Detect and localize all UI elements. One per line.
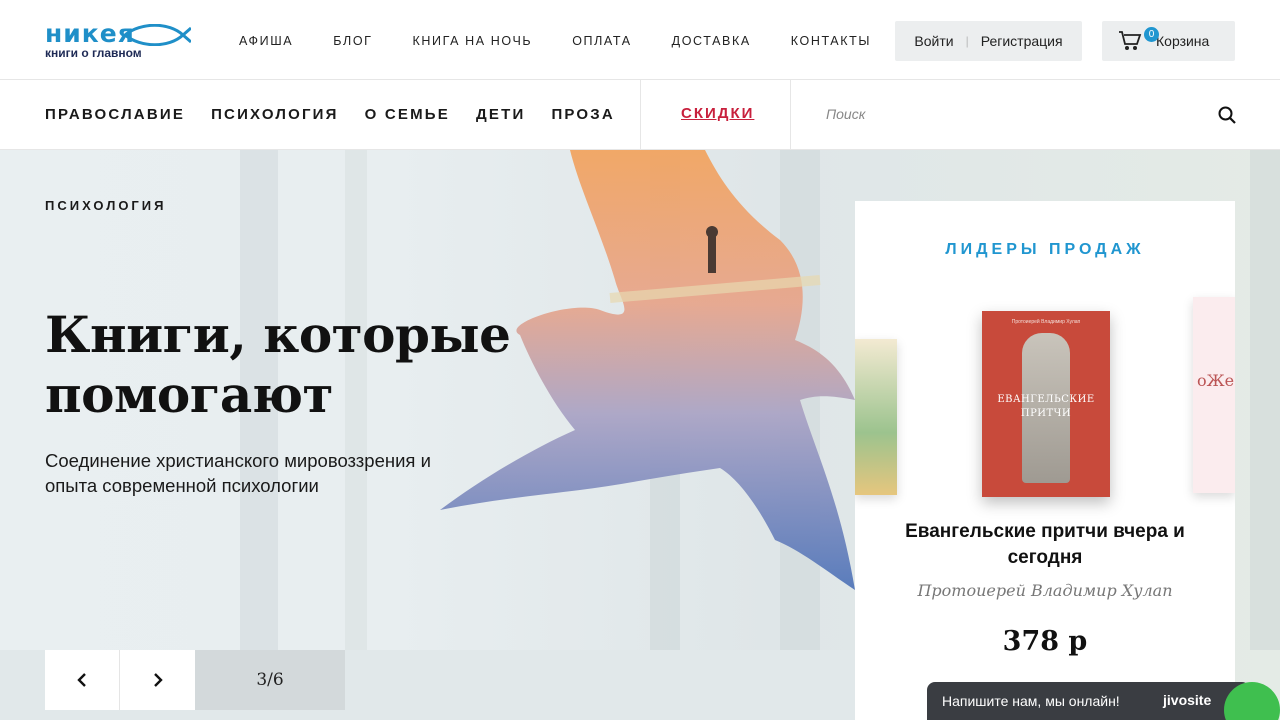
category-family[interactable]: О СЕМЬЕ — [365, 106, 450, 123]
hero-subtitle: Соединение христианского мировоззрения и… — [45, 450, 431, 496]
category-orthodoxy[interactable]: ПРАВОСЛАВИЕ — [45, 106, 185, 123]
logo-tagline: книги о главном — [45, 46, 142, 60]
book-cover-next[interactable]: оЖе — [1193, 297, 1235, 493]
category-children[interactable]: ДЕТИ — [476, 106, 525, 123]
auth-box: Войти | Регистрация — [895, 21, 1082, 61]
category-prose[interactable]: ПРОЗА — [551, 106, 615, 123]
book-cover[interactable]: Протоиерей Владимир Хулап ЕВАНГЕЛЬСКИЕ П… — [982, 311, 1110, 497]
chat-message: Напишите нам, мы онлайн! — [942, 693, 1120, 709]
register-button[interactable]: Регистрация — [981, 33, 1063, 49]
nav-afisha[interactable]: АФИША — [239, 34, 293, 48]
search-input[interactable]: Поиск — [826, 106, 865, 122]
logo[interactable]: никея книги о главном — [45, 21, 195, 62]
book-author: Протоиерей Владимир Хулап — [917, 581, 1173, 600]
fish-logo-icon — [122, 24, 191, 46]
bestsellers-heading: ЛИДЕРЫ ПРОДАЖ — [945, 241, 1145, 258]
nav-contacts[interactable]: КОНТАКТЫ — [791, 34, 871, 48]
cart-count-badge: 0 — [1144, 27, 1159, 42]
book-cover-author: Протоиерей Владимир Хулап — [1011, 319, 1081, 325]
top-header: никея книги о главном АФИША БЛОГ КНИГА Н… — [0, 0, 1280, 80]
cart-label: Корзина — [1156, 33, 1210, 49]
cart-icon — [1119, 31, 1142, 50]
book-title[interactable]: Евангельские притчи вчера и сегодня — [885, 519, 1205, 571]
chevron-left-icon — [77, 673, 86, 687]
cart-button[interactable]: 0 Корзина — [1102, 21, 1235, 61]
chat-brand-logo: jivosite — [1163, 692, 1212, 708]
hero-title: Книги, которые помогают — [45, 305, 511, 424]
category-nav: ПРАВОСЛАВИЕ ПСИХОЛОГИЯ О СЕМЬЕ ДЕТИ ПРОЗ… — [45, 106, 641, 123]
nav-delivery[interactable]: ДОСТАВКА — [672, 34, 751, 48]
book-cover-previous[interactable] — [855, 339, 897, 495]
hero-category-label: ПСИХОЛОГИЯ — [45, 198, 167, 213]
sale-link[interactable]: СКИДКИ — [681, 105, 754, 122]
hero-banner: ПСИХОЛОГИЯ Книги, которые помогают Соеди… — [0, 150, 1280, 720]
chevron-right-icon — [153, 673, 163, 687]
top-nav: АФИША БЛОГ КНИГА НА НОЧЬ ОПЛАТА ДОСТАВКА… — [239, 34, 911, 48]
chat-widget[interactable]: Напишите нам, мы онлайн! jivosite — [927, 682, 1250, 720]
nav-payment[interactable]: ОПЛАТА — [572, 34, 631, 48]
nav-blog[interactable]: БЛОГ — [333, 34, 372, 48]
search-icon[interactable] — [1218, 106, 1236, 124]
book-price: 378 р — [1002, 626, 1088, 657]
book-cover-title: ЕВАНГЕЛЬСКИЕ ПРИТЧИ — [997, 394, 1095, 419]
slider-prev-button[interactable] — [45, 650, 120, 710]
slide-counter: 3/6 — [195, 650, 345, 710]
slider-next-button[interactable] — [120, 650, 195, 710]
background-tree — [1250, 150, 1280, 650]
divider — [790, 80, 791, 150]
login-button[interactable]: Войти — [914, 33, 953, 49]
book-cover-next-title: оЖе — [1197, 371, 1235, 390]
auth-divider: | — [965, 34, 969, 48]
nav-book-for-night[interactable]: КНИГА НА НОЧЬ — [413, 34, 533, 48]
category-bar: ПРАВОСЛАВИЕ ПСИХОЛОГИЯ О СЕМЬЕ ДЕТИ ПРОЗ… — [0, 80, 1280, 150]
category-psychology[interactable]: ПСИХОЛОГИЯ — [211, 106, 339, 123]
divider — [640, 80, 641, 150]
bestsellers-card: ЛИДЕРЫ ПРОДАЖ Протоиерей Владимир Хулап … — [855, 201, 1235, 720]
